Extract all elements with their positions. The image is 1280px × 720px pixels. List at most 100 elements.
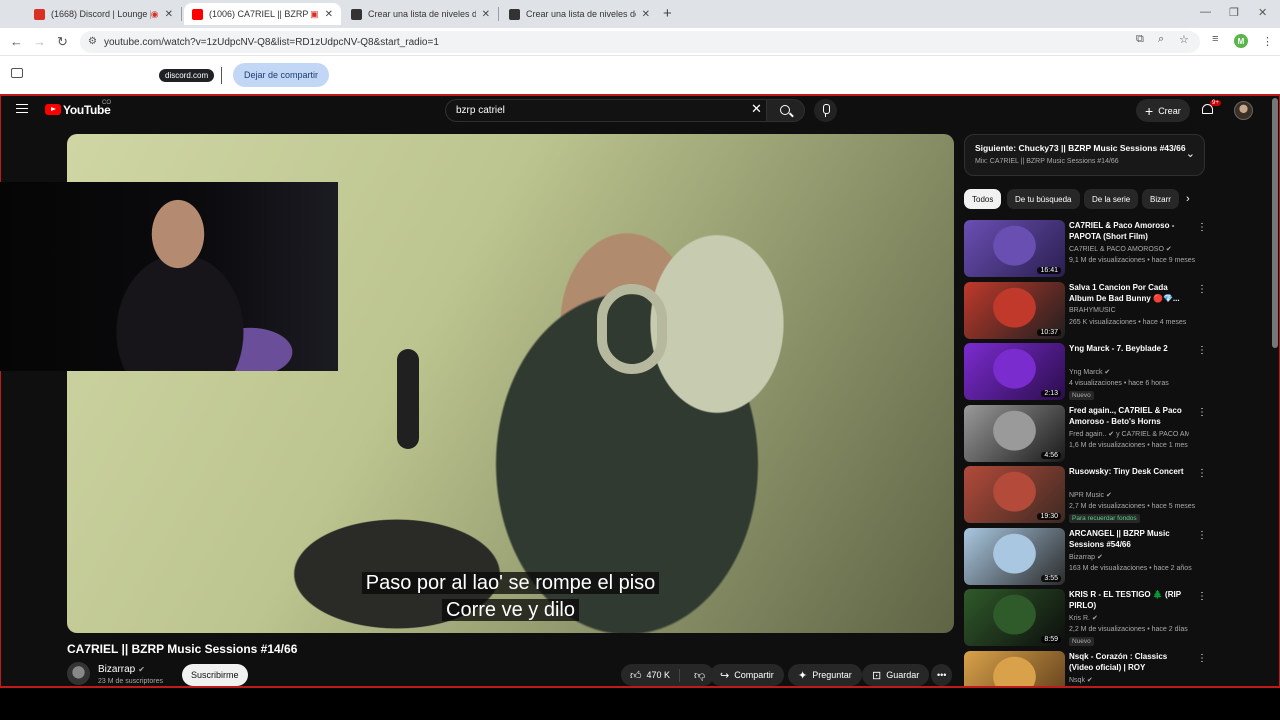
- video-thumbnail[interactable]: 3:55: [964, 527, 1065, 585]
- profile-avatar[interactable]: M: [1234, 34, 1248, 48]
- recommendation-title[interactable]: Salva 1 Cancion Por Cada Album De Bad Bu…: [1069, 282, 1189, 304]
- screen-bottom-area: [0, 688, 1280, 720]
- page-favicon-icon: [509, 8, 520, 20]
- subscribe-button[interactable]: Suscribirme: [182, 664, 248, 686]
- more-options-icon[interactable]: ⋮: [1197, 653, 1207, 664]
- recommendation-channel[interactable]: Fred again.. ✔ y CA7RIEL & PACO AMO...: [1069, 430, 1189, 438]
- zoom-icon[interactable]: ⌕: [1158, 33, 1164, 46]
- scrollbar[interactable]: [1272, 98, 1278, 348]
- channel-avatar[interactable]: [67, 662, 90, 685]
- close-tab-icon[interactable]: ✕: [165, 9, 173, 20]
- site-info-icon[interactable]: ⚙: [88, 36, 97, 47]
- ask-button[interactable]: ✦ Preguntar: [788, 664, 862, 686]
- back-icon[interactable]: ←: [10, 34, 23, 49]
- close-window-icon[interactable]: ✕: [1258, 6, 1267, 19]
- recommendation-channel[interactable]: Nsqk ✔: [1069, 676, 1189, 684]
- more-actions-button[interactable]: •••: [931, 664, 953, 686]
- clear-search-icon[interactable]: ✕: [751, 101, 762, 117]
- recommendation-channel[interactable]: CA7RIEL & PACO AMOROSO ✔: [1069, 245, 1189, 253]
- maximize-icon[interactable]: ❐: [1229, 6, 1239, 19]
- recommendation-title[interactable]: Rusowsky: Tiny Desk Concert: [1069, 466, 1189, 477]
- recommendation-channel[interactable]: Yng Marck ✔: [1069, 368, 1189, 376]
- video-thumbnail[interactable]: 10:37: [964, 281, 1065, 339]
- more-options-icon[interactable]: ⋮: [1197, 591, 1207, 602]
- video-thumbnail[interactable]: 2:13: [964, 343, 1065, 400]
- tab-youtube[interactable]: (1006) CA7RIEL || BZRP Mu ▣ ✕: [184, 3, 341, 25]
- recommendation-item[interactable]: 16:41 CA7RIEL & Paco Amoroso - PAPOTA (Sh…: [964, 220, 1207, 278]
- install-app-icon[interactable]: ⧉: [1136, 33, 1144, 46]
- browser-toolbar: ← → ↻ ⚙ youtube.com/watch?v=1zUdpcNV-Q8&…: [0, 28, 1280, 56]
- recommendation-channel[interactable]: Kris R. ✔: [1069, 614, 1189, 622]
- subscriber-count: 23 M de suscriptores: [98, 678, 163, 685]
- playlist-next-panel[interactable]: Siguiente: Chucky73 || BZRP Music Sessio…: [964, 134, 1205, 176]
- create-button[interactable]: + Crear: [1136, 99, 1190, 122]
- voice-search-icon[interactable]: [814, 99, 837, 122]
- browser-menu-icon[interactable]: ⋮: [1262, 35, 1273, 48]
- recommendation-title[interactable]: Nsqk - Corazón : Classics (Video oficial…: [1069, 651, 1189, 673]
- recommendation-item[interactable]: 8:59 KRIS R - EL TESTIGO 🌲 (RIP PIRLO) Kri…: [964, 589, 1207, 647]
- search-button[interactable]: [767, 99, 805, 122]
- recommendation-title[interactable]: Fred again.., CA7RIEL & Paco Amoroso - B…: [1069, 405, 1189, 427]
- recommendation-item[interactable]: 4:56 Fred again.., CA7RIEL & Paco Amoroso…: [964, 404, 1207, 463]
- chip-de-la-serie[interactable]: De la serie: [1084, 189, 1139, 209]
- tab-tierlist-1[interactable]: Crear una lista de niveles de be ✕: [343, 3, 499, 25]
- subtitle-line: Corre ve y dilo: [442, 599, 579, 621]
- notification-badge: 9+: [1210, 100, 1221, 106]
- recommendation-item[interactable]: Nsqk - Corazón : Classics (Video oficial…: [964, 650, 1207, 686]
- tab-tierlist-2[interactable]: Crear una lista de niveles de se ✕: [501, 3, 658, 25]
- forward-icon[interactable]: →: [33, 34, 46, 49]
- chip-de-tu-busqueda[interactable]: De tu búsqueda: [1007, 189, 1080, 209]
- recommendation-title[interactable]: CA7RIEL & Paco Amoroso - PAPOTA (Short F…: [1069, 220, 1189, 242]
- recommendation-channel[interactable]: BRAHYMUSIC: [1069, 307, 1189, 314]
- close-tab-icon[interactable]: ✕: [325, 9, 333, 20]
- more-options-icon[interactable]: ⋮: [1197, 468, 1207, 479]
- chip-todos[interactable]: Todos: [964, 189, 1002, 209]
- recommendation-item[interactable]: 10:37 Salva 1 Cancion Por Cada Album De B…: [964, 281, 1207, 340]
- next-up-title: Siguiente: Chucky73 || BZRP Music Sessio…: [975, 143, 1186, 153]
- minimize-icon[interactable]: —: [1200, 6, 1211, 18]
- tab-title: (1006) CA7RIEL || BZRP Mu: [209, 9, 310, 19]
- close-tab-icon[interactable]: ✕: [642, 9, 650, 20]
- channel-name[interactable]: Bizarrap ✔: [98, 664, 145, 675]
- recommendation-channel[interactable]: NPR Music ✔: [1069, 491, 1189, 499]
- bookmark-star-icon[interactable]: ☆: [1179, 33, 1189, 46]
- reload-icon[interactable]: ↻: [57, 34, 68, 50]
- recommendation-channel[interactable]: Bizarrap ✔: [1069, 553, 1189, 561]
- video-thumbnail[interactable]: 8:59: [964, 589, 1065, 646]
- more-options-icon[interactable]: ⋮: [1197, 345, 1207, 356]
- recommendation-item[interactable]: 19:30 Rusowsky: Tiny Desk Concert NPR Musi…: [964, 466, 1207, 524]
- recommendation-item[interactable]: 2:13 Yng Marck - 7. Beyblade 2 Yng Marck ✔…: [964, 343, 1207, 401]
- video-frame-microphone: [397, 349, 419, 449]
- stop-sharing-button[interactable]: Dejar de compartir: [233, 63, 330, 87]
- tab-discord[interactable]: (1668) Discord | Lounge | ◉ ✕: [26, 3, 182, 25]
- media-control-icon[interactable]: ≡: [1212, 33, 1218, 45]
- video-thumbnail[interactable]: 16:41: [964, 220, 1065, 277]
- webcam-overlay: [0, 182, 338, 371]
- chevron-right-icon[interactable]: ›: [1186, 193, 1190, 205]
- video-thumbnail[interactable]: 4:56: [964, 404, 1065, 462]
- address-bar[interactable]: ⚙ youtube.com/watch?v=1zUdpcNV-Q8&list=R…: [80, 31, 1200, 53]
- more-options-icon[interactable]: ⋮: [1197, 530, 1207, 541]
- recommendation-title[interactable]: KRIS R - EL TESTIGO 🌲 (RIP PIRLO): [1069, 589, 1189, 611]
- share-divider: [221, 67, 222, 84]
- youtube-logo-icon[interactable]: [45, 104, 61, 115]
- recommendation-meta: 163 M de visualizaciones • hace 2 años: [1069, 564, 1192, 572]
- more-options-icon[interactable]: ⋮: [1197, 407, 1207, 418]
- search-input[interactable]: bzrp catriel: [445, 99, 767, 122]
- more-options-icon[interactable]: ⋮: [1197, 284, 1207, 295]
- close-tab-icon[interactable]: ✕: [482, 9, 490, 20]
- video-thumbnail[interactable]: [964, 650, 1065, 686]
- share-button[interactable]: ↪ Compartir: [710, 664, 784, 686]
- more-options-icon[interactable]: ⋮: [1197, 222, 1207, 233]
- chip-bizarrap[interactable]: Bizarr: [1142, 189, 1179, 209]
- recommendation-title[interactable]: ARCANGEL || BZRP Music Sessions #54/66: [1069, 528, 1189, 550]
- save-button[interactable]: ⊡ Guardar: [862, 664, 930, 686]
- recommendation-title[interactable]: Yng Marck - 7. Beyblade 2: [1069, 343, 1189, 354]
- like-button[interactable]: 👍︎ 470 K: [621, 668, 681, 682]
- chevron-down-icon[interactable]: ⌄: [1186, 147, 1195, 160]
- recommendation-item[interactable]: 3:55 ARCANGEL || BZRP Music Sessions #54/…: [964, 527, 1207, 586]
- new-tab-icon[interactable]: +: [663, 5, 672, 22]
- video-thumbnail[interactable]: 19:30: [964, 466, 1065, 523]
- menu-hamburger-icon[interactable]: [16, 104, 28, 113]
- account-avatar[interactable]: [1234, 101, 1253, 120]
